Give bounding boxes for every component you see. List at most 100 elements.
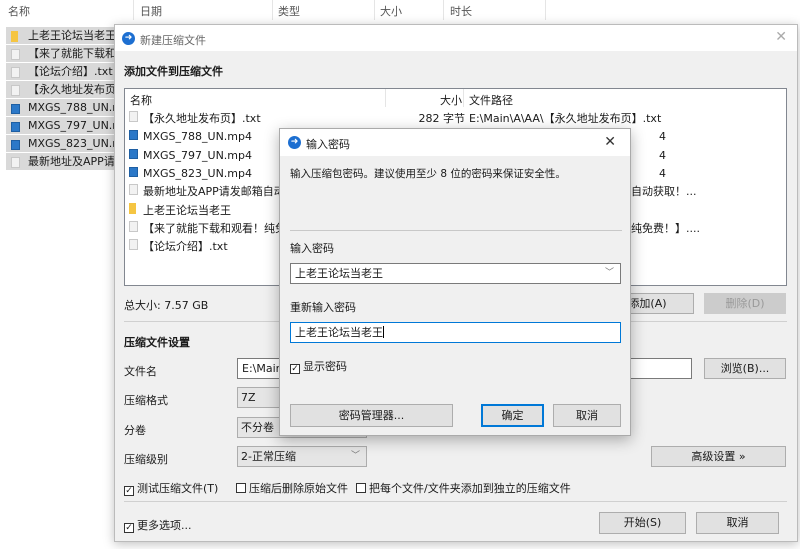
file-name: MXGS_823_UN.mp4 xyxy=(143,166,253,180)
password-description: 输入压缩包密码。建议使用至少 8 位的密码来保证安全性。 xyxy=(290,168,566,180)
checkbox-icon xyxy=(236,483,246,493)
file-icon xyxy=(11,48,20,62)
explorer-item[interactable]: MXGS_823_UN.mp4 xyxy=(6,135,118,152)
explorer-item-name: MXGS_797_UN.mp4 xyxy=(28,119,118,132)
explorer-item-name: 【论坛介绍】.txt xyxy=(28,65,113,78)
file-name: 上老王论坛当老王 xyxy=(143,203,231,217)
password-dialog: ➜ 输入密码 ✕ 输入压缩包密码。建议使用至少 8 位的密码来保证安全性。 输入… xyxy=(279,128,631,436)
col-date[interactable]: 日期 xyxy=(140,3,162,19)
file-icon xyxy=(11,66,20,80)
explorer-item[interactable]: 【永久地址发布页】.txt xyxy=(6,81,118,98)
file-icon xyxy=(129,110,143,128)
explorer-item[interactable]: MXGS_788_UN.mp4 xyxy=(6,99,118,116)
list-header-size[interactable]: 大小 xyxy=(440,92,462,108)
ok-button[interactable]: 确定 xyxy=(481,404,544,427)
delete-after-checkbox[interactable]: 压缩后删除原始文件 xyxy=(236,480,348,496)
password-cancel-button[interactable]: 取消 xyxy=(553,404,621,427)
file-name: 【论坛介绍】.txt xyxy=(143,240,228,254)
col-name[interactable]: 名称 xyxy=(8,3,30,19)
list-header-name[interactable]: 名称 xyxy=(130,92,152,108)
test-archive-label: 测试压缩文件(T) xyxy=(137,482,219,495)
close-icon[interactable]: ✕ xyxy=(604,134,616,150)
password-title-bar: ➜ 输入密码 ✕ xyxy=(280,129,630,156)
video-icon xyxy=(129,128,143,146)
password-label: 输入密码 xyxy=(290,242,334,255)
password-value: 上老王论坛当老王 xyxy=(295,267,383,280)
start-button[interactable]: 开始(S) xyxy=(599,512,686,534)
col-size[interactable]: 大小 xyxy=(380,3,402,19)
explorer-item-name: MXGS_788_UN.mp4 xyxy=(28,101,118,114)
col-type[interactable]: 类型 xyxy=(278,3,300,19)
checkbox-icon: ✓ xyxy=(290,364,300,374)
video-icon xyxy=(129,165,143,183)
app-logo-icon: ➜ xyxy=(288,136,301,149)
explorer-item-name: MXGS_823_UN.mp4 xyxy=(28,137,118,150)
show-password-checkbox[interactable]: ✓ 显示密码 xyxy=(290,358,347,374)
password-input[interactable]: 上老王论坛当老王 ﹀ xyxy=(290,263,621,284)
checkbox-icon xyxy=(356,483,366,493)
explorer-item[interactable]: 【论坛介绍】.txt xyxy=(6,63,118,80)
explorer-item[interactable]: 最新地址及APP请发邮箱自动获取！ xyxy=(6,153,118,170)
format-value: 7Z xyxy=(241,391,256,404)
app-logo-icon: ➜ xyxy=(122,32,135,45)
file-name: MXGS_797_UN.mp4 xyxy=(143,148,253,162)
password-dialog-title: 输入密码 xyxy=(306,138,350,151)
test-archive-checkbox[interactable]: ✓ 测试压缩文件(T) xyxy=(124,480,218,496)
level-value: 2-正常压缩 xyxy=(241,450,296,463)
explorer-item[interactable]: 【来了就能下载和观看！纯免费！】 xyxy=(6,45,118,62)
browse-button[interactable]: 浏览(B)... xyxy=(704,358,786,379)
explorer-column-header: 名称 日期 类型 大小 时长 xyxy=(0,0,800,20)
repeat-password-input[interactable]: 上老王论坛当老王 xyxy=(290,322,621,343)
show-password-label: 显示密码 xyxy=(303,360,347,373)
explorer-item[interactable]: MXGS_797_UN.mp4 xyxy=(6,117,118,134)
chevron-down-icon: ﹀ xyxy=(350,451,360,461)
video-icon xyxy=(129,147,143,165)
close-icon[interactable]: ✕ xyxy=(775,29,787,45)
folder-icon xyxy=(11,30,18,44)
chevron-down-icon[interactable]: ﹀ xyxy=(605,264,614,283)
cancel-button[interactable]: 取消 xyxy=(696,512,779,534)
delete-after-label: 压缩后删除原始文件 xyxy=(249,482,348,495)
checkbox-icon: ✓ xyxy=(124,523,134,533)
file-path: 4 xyxy=(659,148,666,162)
split-value: 不分卷 xyxy=(241,421,274,434)
explorer-item-name: 最新地址及APP请发邮箱自动获取！ xyxy=(28,155,118,168)
file-size: 282 字节 xyxy=(418,112,466,125)
file-icon xyxy=(11,84,20,98)
file-path: 4 xyxy=(659,130,666,144)
explorer-item-name: 【永久地址发布页】.txt xyxy=(28,83,118,96)
total-size: 总大小: 7.57 GB xyxy=(124,299,209,312)
filename-label: 文件名 xyxy=(124,365,157,378)
level-label: 压缩级别 xyxy=(124,453,168,466)
separate-archives-checkbox[interactable]: 把每个文件/文件夹添加到独立的压缩文件 xyxy=(356,480,571,496)
file-icon xyxy=(129,183,143,201)
repeat-password-value: 上老王论坛当老王 xyxy=(295,326,383,339)
file-path: 4 xyxy=(659,166,666,180)
explorer-item-name: 【来了就能下载和观看！纯免费！】 xyxy=(28,47,118,60)
file-icon xyxy=(129,238,143,256)
level-select[interactable]: 2-正常压缩 ﹀ xyxy=(237,446,367,467)
video-icon xyxy=(11,102,20,116)
file-name: MXGS_788_UN.mp4 xyxy=(143,130,253,144)
add-files-heading: 添加文件到压缩文件 xyxy=(124,65,223,78)
file-row[interactable]: 【永久地址发布页】.txt 282 字节 E:\Main\A\AA\【永久地址发… xyxy=(129,110,779,128)
file-icon xyxy=(129,220,143,238)
settings-heading: 压缩文件设置 xyxy=(124,336,190,349)
advanced-settings-button[interactable]: 高级设置 » xyxy=(651,446,786,467)
dialog-title: 新建压缩文件 xyxy=(140,34,206,47)
repeat-password-label: 重新输入密码 xyxy=(290,301,356,314)
title-bar: ➜ 新建压缩文件 ✕ xyxy=(115,25,797,51)
explorer-item[interactable]: 上老王论坛当老王 xyxy=(6,27,118,44)
video-icon xyxy=(11,138,20,152)
split-label: 分卷 xyxy=(124,424,146,437)
format-label: 压缩格式 xyxy=(124,394,168,407)
file-icon xyxy=(11,156,20,170)
separate-archives-label: 把每个文件/文件夹添加到独立的压缩文件 xyxy=(369,482,571,495)
list-header-path[interactable]: 文件路径 xyxy=(469,92,513,108)
col-duration[interactable]: 时长 xyxy=(450,3,472,19)
delete-button[interactable]: 删除(D) xyxy=(704,293,786,314)
explorer-item-name: 上老王论坛当老王 xyxy=(28,29,116,42)
more-options-checkbox[interactable]: ✓ 更多选项... xyxy=(124,517,192,533)
file-path: E:\Main\A\AA\【永久地址发布页】.txt xyxy=(469,112,662,125)
password-manager-button[interactable]: 密码管理器... xyxy=(290,404,453,427)
